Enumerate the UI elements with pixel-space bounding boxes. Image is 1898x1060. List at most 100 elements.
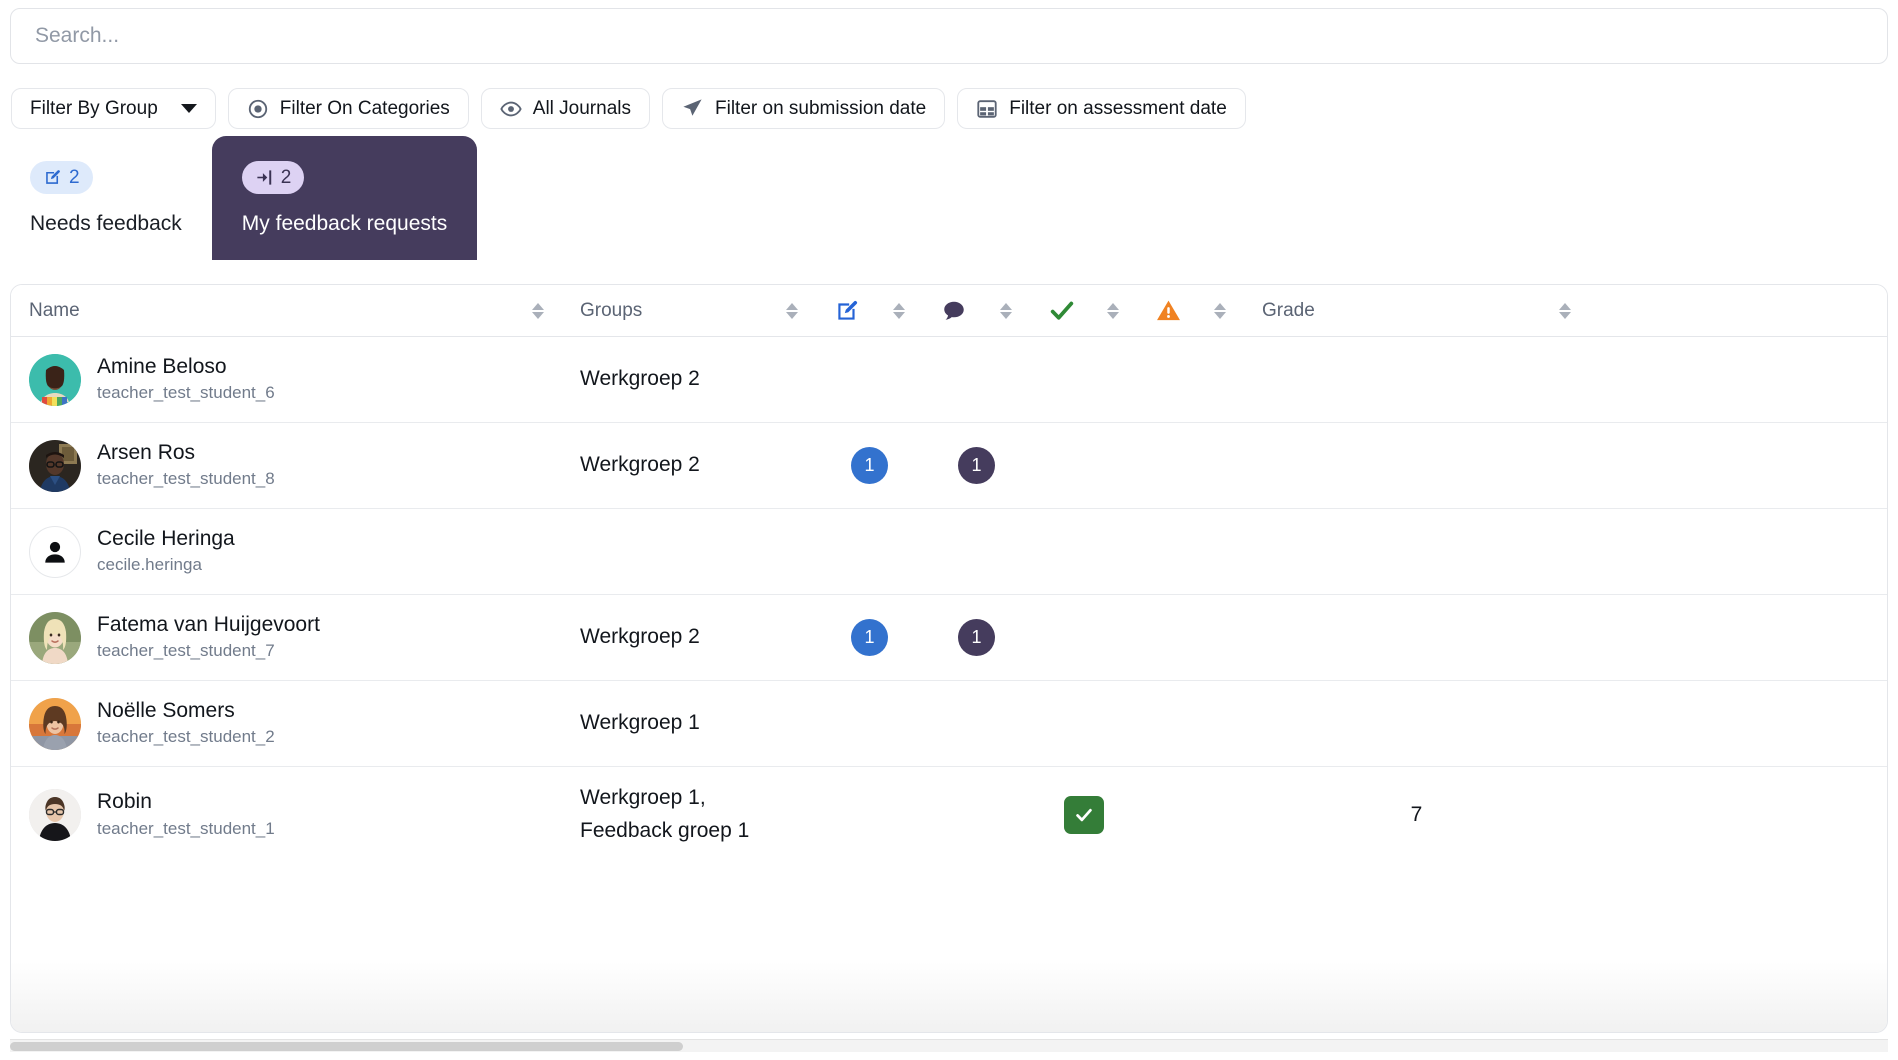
horizontal-scrollbar-thumb[interactable] xyxy=(10,1042,683,1051)
cell-groups xyxy=(562,509,816,594)
cell-edits xyxy=(816,509,923,594)
groups-text: Werkgroep 2 xyxy=(580,453,700,477)
person-username: teacher_test_student_1 xyxy=(97,818,275,838)
sort-icon-warning[interactable] xyxy=(1214,302,1226,319)
tab-my-feedback-requests[interactable]: 2 My feedback requests xyxy=(211,136,478,260)
pen-square-icon xyxy=(834,298,860,324)
cell-grade xyxy=(1244,509,1589,594)
cell-name: Amine Beloso teacher_test_student_6 xyxy=(11,337,562,422)
pen-square-icon xyxy=(43,168,62,187)
filter-toolbar: Filter By Group Filter On Categories All… xyxy=(11,88,1246,129)
check-icon xyxy=(1048,297,1076,325)
cell-warning xyxy=(1137,423,1244,508)
column-header-comments[interactable] xyxy=(923,285,1030,336)
table-row[interactable]: Noëlle Somers teacher_test_student_2 Wer… xyxy=(11,681,1887,767)
person-name: Fatema van Huijgevoort xyxy=(97,612,320,636)
person-name: Arsen Ros xyxy=(97,440,196,464)
cell-grade xyxy=(1244,681,1589,766)
avatar xyxy=(29,611,81,664)
cell-edits xyxy=(816,337,923,422)
filter-on-submission-date-label: Filter on submission date xyxy=(715,97,927,119)
person-username: teacher_test_student_8 xyxy=(97,469,275,489)
cell-grade: 7 xyxy=(1244,767,1589,863)
sort-icon-grade[interactable] xyxy=(1559,302,1571,319)
tab-needs-feedback-label: Needs feedback xyxy=(30,211,182,235)
table-row[interactable]: Fatema van Huijgevoort teacher_test_stud… xyxy=(11,595,1887,681)
my-feedback-requests-badge: 2 xyxy=(241,160,305,194)
person-username: teacher_test_student_7 xyxy=(97,641,275,661)
cell-name: Cecile Heringa cecile.heringa xyxy=(11,509,562,594)
horizontal-scrollbar[interactable] xyxy=(10,1039,1888,1052)
filter-on-categories-button[interactable]: Filter On Categories xyxy=(227,88,469,129)
needs-feedback-badge: 2 xyxy=(30,160,93,194)
column-header-warning[interactable] xyxy=(1137,285,1244,336)
filter-on-submission-date-button[interactable]: Filter on submission date xyxy=(662,88,946,129)
cell-comments xyxy=(923,767,1030,863)
person: Fatema van Huijgevoort teacher_test_stud… xyxy=(29,611,320,664)
person-username: teacher_test_student_2 xyxy=(97,727,275,747)
warning-icon xyxy=(1155,297,1182,324)
table-row[interactable]: Robin teacher_test_student_1 Werkgroep 1… xyxy=(11,767,1887,863)
filter-on-categories-label: Filter On Categories xyxy=(279,97,450,119)
edits-count-badge[interactable]: 1 xyxy=(851,447,888,484)
comments-count-badge[interactable]: 1 xyxy=(958,447,995,484)
comments-count-badge[interactable]: 1 xyxy=(958,619,995,656)
table-body: Amine Beloso teacher_test_student_6 Werk… xyxy=(11,337,1887,863)
cell-grade xyxy=(1244,423,1589,508)
table-header-row: Name Groups Grade xyxy=(11,285,1887,337)
person: Cecile Heringa cecile.heringa xyxy=(29,525,235,578)
table-row[interactable]: Arsen Ros teacher_test_student_8 Werkgro… xyxy=(11,423,1887,509)
table-row[interactable]: Amine Beloso teacher_test_student_6 Werk… xyxy=(11,337,1887,423)
sort-icon-edits[interactable] xyxy=(893,302,905,319)
cell-done xyxy=(1030,767,1137,863)
sort-icon-groups[interactable] xyxy=(786,302,798,319)
cell-warning xyxy=(1137,595,1244,680)
filter-on-assessment-date-button[interactable]: Filter on assessment date xyxy=(957,88,1246,129)
cell-warning xyxy=(1137,681,1244,766)
cell-comments xyxy=(923,509,1030,594)
cell-edits xyxy=(816,767,923,863)
cell-groups: Werkgroep 1, Feedback groep 1 xyxy=(562,767,816,863)
arrow-into-bracket-icon xyxy=(255,168,274,187)
grade-value: 7 xyxy=(1410,803,1423,826)
column-header-done[interactable] xyxy=(1030,285,1137,336)
person-name: Robin xyxy=(97,790,152,814)
cell-warning xyxy=(1137,337,1244,422)
column-header-groups-label: Groups xyxy=(580,299,643,321)
column-header-name[interactable]: Name xyxy=(11,285,562,336)
filter-on-assessment-date-label: Filter on assessment date xyxy=(1009,97,1227,119)
needs-feedback-count: 2 xyxy=(69,166,80,188)
journal-overview-page: Filter By Group Filter On Categories All… xyxy=(0,0,1898,1060)
cell-groups: Werkgroep 2 xyxy=(562,337,816,422)
cell-comments xyxy=(923,337,1030,422)
column-header-edits[interactable] xyxy=(816,285,923,336)
table-icon xyxy=(976,98,998,120)
paper-plane-icon xyxy=(681,97,704,120)
chevron-down-icon xyxy=(180,104,197,113)
groups-text: Werkgroep 2 xyxy=(580,625,700,649)
cell-edits: 1 xyxy=(816,423,923,508)
target-icon xyxy=(247,98,269,120)
bottom-fade xyxy=(11,962,1887,1032)
check-icon xyxy=(1075,808,1092,822)
edits-count-badge[interactable]: 1 xyxy=(851,619,888,656)
person-username: cecile.heringa xyxy=(97,555,202,575)
done-check-badge[interactable] xyxy=(1063,796,1104,834)
column-header-groups[interactable]: Groups xyxy=(562,285,816,336)
cell-comments xyxy=(923,681,1030,766)
cell-name: Fatema van Huijgevoort teacher_test_stud… xyxy=(11,595,562,680)
sort-icon-done[interactable] xyxy=(1107,302,1119,319)
sort-icon-name[interactable] xyxy=(532,302,544,319)
cell-grade xyxy=(1244,337,1589,422)
search-input[interactable] xyxy=(10,8,1888,64)
tab-bar: 2 Needs feedback 2 My feedback requests xyxy=(0,136,478,260)
all-journals-button[interactable]: All Journals xyxy=(480,88,650,129)
tab-needs-feedback[interactable]: 2 Needs feedback xyxy=(0,136,212,260)
sort-icon-comments[interactable] xyxy=(1000,302,1012,319)
cell-warning xyxy=(1137,767,1244,863)
cell-done xyxy=(1030,423,1137,508)
filter-by-group-dropdown[interactable]: Filter By Group xyxy=(11,88,216,129)
column-header-grade[interactable]: Grade xyxy=(1244,285,1589,336)
table-row[interactable]: Cecile Heringa cecile.heringa xyxy=(11,509,1887,595)
column-header-grade-label: Grade xyxy=(1262,299,1315,321)
